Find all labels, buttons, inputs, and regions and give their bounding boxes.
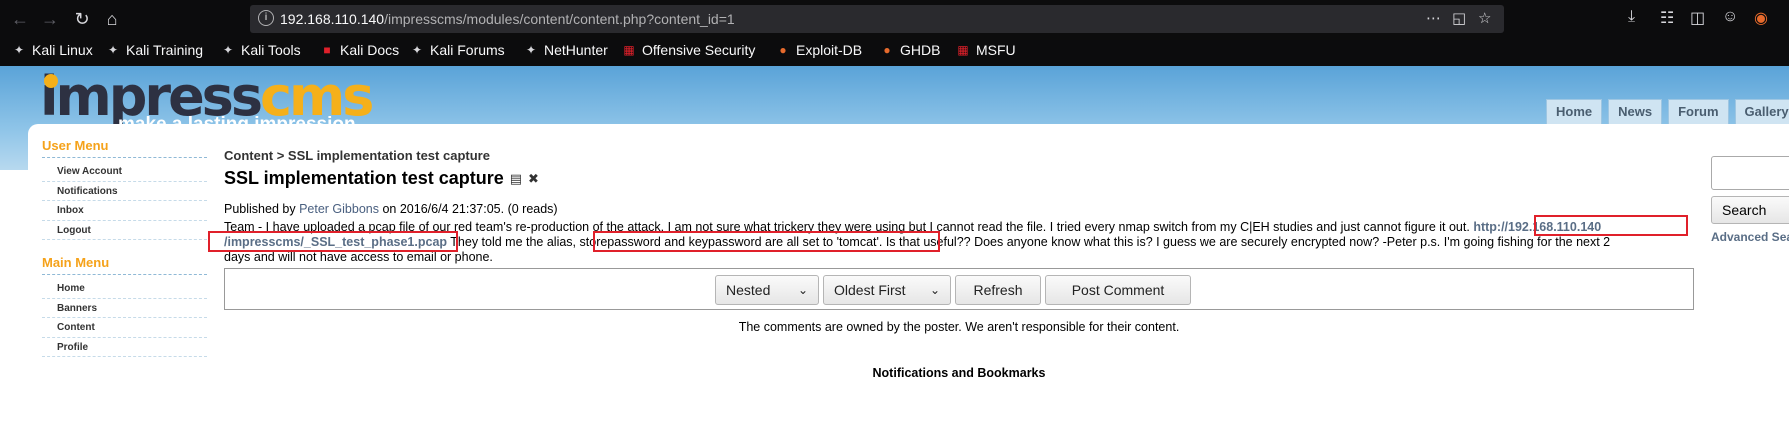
bookmark-item[interactable]: ▦ MSFU — [956, 42, 1015, 58]
bookmark-item[interactable]: ● GHDB — [880, 42, 940, 58]
sidebar-item-logout[interactable]: Logout — [42, 221, 207, 240]
site-info-icon[interactable]: i — [258, 10, 274, 26]
sidebar-item-view-account[interactable]: View Account — [42, 162, 207, 182]
page-actions-icon[interactable]: ⋯ — [1426, 9, 1441, 27]
advanced-search-link[interactable]: Advanced Search — [1711, 230, 1789, 244]
home-icon[interactable]: ⌂ — [98, 6, 126, 32]
close-icon[interactable]: ✖ — [528, 171, 539, 187]
tab-home[interactable]: Home — [1546, 99, 1603, 125]
article-body-line3: days and will not have access to email o… — [224, 250, 493, 264]
back-icon[interactable]: ← — [6, 6, 34, 32]
sidebar-item-profile[interactable]: Profile — [42, 338, 207, 357]
url-path: /impresscms/modules/content/content.php?… — [384, 11, 735, 27]
comment-order-select[interactable]: Oldest First ⌄ — [823, 275, 951, 305]
sidebar-item-inbox[interactable]: Inbox — [42, 201, 207, 221]
url-text[interactable]: 192.168.110.140/impresscms/modules/conte… — [280, 11, 735, 27]
refresh-button[interactable]: Refresh — [955, 275, 1041, 305]
kali-icon: ✦ — [107, 43, 119, 57]
sidebar-item-notifications[interactable]: Notifications — [42, 182, 207, 201]
search-button[interactable]: Search — [1711, 196, 1789, 224]
annotation-box-link1 — [1534, 215, 1688, 236]
msfu-icon: ▦ — [957, 43, 969, 57]
bookmark-star-icon[interactable]: ☆ — [1478, 9, 1491, 27]
breadcrumb: Content > SSL implementation test captur… — [224, 148, 490, 163]
pocket-icon[interactable]: ◱ — [1452, 9, 1466, 27]
annotation-box-link2 — [208, 231, 458, 252]
downloads-icon[interactable]: ⤓ — [1628, 8, 1635, 26]
kali-icon: ✦ — [411, 43, 423, 57]
post-comment-button[interactable]: Post Comment — [1045, 275, 1191, 305]
account-icon[interactable]: ☺ — [1722, 8, 1738, 26]
logo-dot — [44, 74, 58, 88]
bookmarks-toolbar: ✦ Kali Linux ✦ Kali Training ✦ Kali Tools ■… — [0, 38, 1789, 66]
bookmark-item[interactable]: ✦ Kali Forums — [410, 42, 505, 58]
reload-icon[interactable]: ↻ — [68, 6, 96, 32]
notifications-title: Notifications and Bookmarks — [872, 366, 1046, 380]
library-icon[interactable]: ☷ — [1660, 8, 1674, 28]
site-nav-tabs: Home News Forum Gallery — [1546, 99, 1789, 125]
nethunter-icon: ✦ — [525, 43, 537, 57]
right-sidebar: Search Advanced Search — [1711, 156, 1789, 266]
extension-icon[interactable]: ◉ — [1754, 8, 1768, 28]
browser-toolbar: ← → ↻ ⌂ i 192.168.110.140/impresscms/mod… — [0, 0, 1789, 38]
main-content: Content > SSL implementation test captur… — [208, 148, 1694, 380]
forward-icon[interactable]: → — [36, 6, 64, 32]
bookmark-item[interactable]: ✦ Kali Linux — [12, 42, 93, 58]
offsec-icon: ▦ — [623, 43, 635, 57]
annotation-box-password — [593, 231, 940, 252]
tab-forum[interactable]: Forum — [1668, 99, 1729, 125]
site-logo[interactable]: impresscms make a lasting impression — [40, 66, 374, 135]
chevron-down-icon: ⌄ — [797, 283, 808, 297]
kali-icon: ✦ — [13, 43, 25, 57]
url-bar[interactable]: i 192.168.110.140/impresscms/modules/con… — [250, 5, 1504, 33]
comment-controls: Nested ⌄ Oldest First ⌄ Refresh Post Comme… — [224, 268, 1694, 310]
exploitdb-icon: ● — [779, 43, 787, 57]
bookmark-item[interactable]: ▦ Offensive Security — [622, 42, 755, 58]
docs-icon: ■ — [323, 43, 331, 57]
search-input[interactable] — [1711, 156, 1789, 190]
bookmark-item[interactable]: ✦ Kali Training — [106, 42, 203, 58]
sidebar-item-content[interactable]: Content — [42, 318, 207, 338]
tab-gallery[interactable]: Gallery — [1734, 99, 1789, 125]
sidebar-icon[interactable]: ◫ — [1690, 8, 1705, 28]
comments-disclaimer: The comments are owned by the poster. We… — [738, 320, 1180, 334]
ghdb-icon: ● — [883, 43, 891, 57]
bookmark-item[interactable]: ■ Kali Docs — [320, 42, 399, 58]
left-sidebar: User Menu View Account Notifications Inb… — [42, 138, 207, 357]
bookmark-item[interactable]: ✦ Kali Tools — [221, 42, 301, 58]
chevron-down-icon: ⌄ — [929, 283, 940, 297]
user-menu-title: User Menu — [42, 138, 207, 158]
kali-icon: ✦ — [222, 43, 234, 57]
comment-mode-select[interactable]: Nested ⌄ — [715, 275, 819, 305]
web-page: impresscms make a lasting impression Hom… — [0, 66, 1789, 422]
sidebar-item-home[interactable]: Home — [42, 279, 207, 299]
print-icon[interactable]: ▤ — [510, 171, 522, 187]
tab-news[interactable]: News — [1608, 99, 1663, 125]
main-menu-title: Main Menu — [42, 255, 207, 275]
author-link[interactable]: Peter Gibbons — [299, 202, 379, 216]
page-title: SSL implementation test capture ▤ ✖ — [224, 168, 539, 189]
page-title-text: SSL implementation test capture — [224, 168, 504, 188]
article-meta: Published by Peter Gibbons on 2016/6/4 2… — [224, 202, 558, 216]
bookmark-item[interactable]: ✦ NetHunter — [524, 42, 608, 58]
url-host: 192.168.110.140 — [280, 11, 385, 27]
bookmark-item[interactable]: ● Exploit-DB — [776, 42, 862, 58]
sidebar-item-banners[interactable]: Banners — [42, 299, 207, 318]
